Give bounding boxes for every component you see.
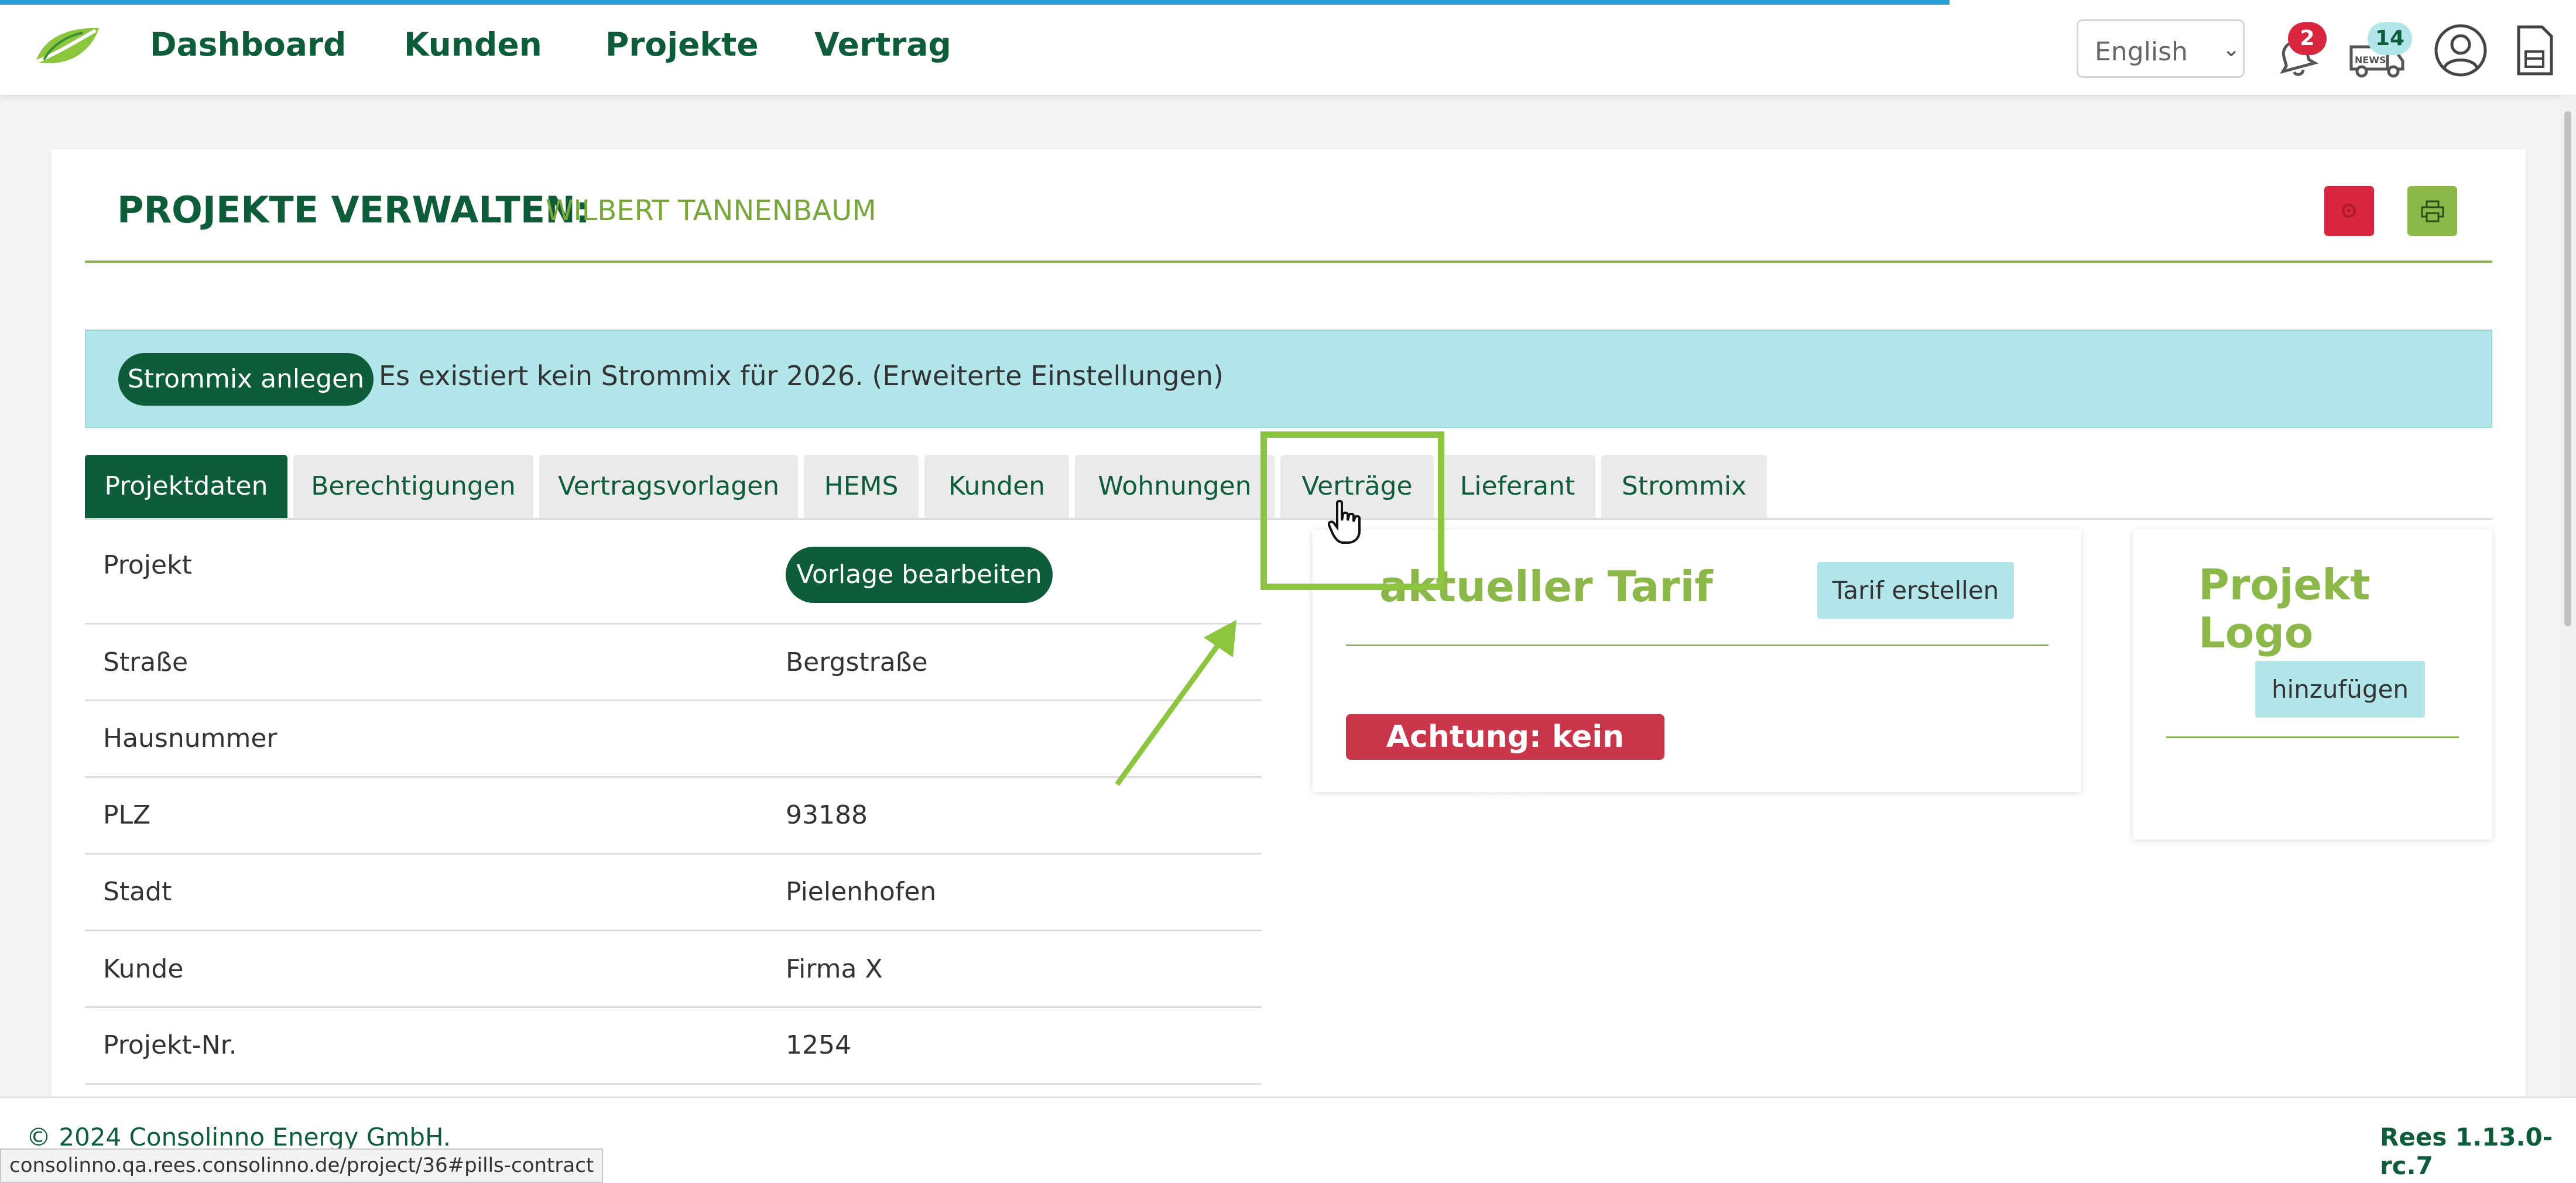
tab-vertragsvorlagen[interactable]: Vertragsvorlagen: [539, 455, 798, 518]
settings-button[interactable]: [2324, 186, 2374, 236]
title-divider: [85, 260, 2492, 263]
row-value-kunde: Firma X: [786, 954, 883, 984]
tab-strommix[interactable]: Strommix: [1601, 455, 1767, 518]
logo-card-divider: [2166, 736, 2459, 738]
tab-berechtigungen[interactable]: Berechtigungen: [293, 455, 533, 518]
row-label-strasse: Straße: [103, 647, 189, 677]
table-row-divider: [85, 776, 1262, 778]
logo-hinzufuegen-button[interactable]: hinzufügen: [2255, 661, 2425, 718]
nav-link-kunden[interactable]: Kunden: [404, 26, 542, 63]
project-logo-title: Projekt Logo: [2198, 560, 2371, 657]
tarif-card-divider: [1346, 644, 2049, 646]
notifications-button[interactable]: 2: [2272, 22, 2330, 81]
row-label-projekt: Projekt: [103, 550, 192, 580]
document-button[interactable]: [2512, 22, 2558, 78]
row-value-stadt: Pielenhofen: [786, 877, 937, 907]
tab-lieferant[interactable]: Lieferant: [1440, 455, 1595, 518]
chevron-down-icon: ⌄: [2222, 37, 2241, 61]
no-tarif-warning-badge: Achtung: kein Tarif: [1346, 714, 1664, 800]
page-loading-bar: [0, 0, 1950, 5]
annotation-arrow: [1115, 620, 1236, 786]
print-button[interactable]: [2407, 186, 2457, 236]
user-circle-icon: [2434, 24, 2487, 77]
news-count-badge: 14: [2368, 22, 2412, 55]
tab-projektdaten[interactable]: Projektdaten: [85, 455, 287, 518]
strommix-alert-text: Es existiert kein Strommix für 2026. (Er…: [379, 360, 1224, 392]
row-value-projekt-nr: 1254: [786, 1030, 851, 1060]
settings-icon: [2342, 204, 2356, 218]
row-label-plz: PLZ: [103, 800, 151, 830]
row-label-hausnummer: Hausnummer: [103, 723, 278, 753]
news-button[interactable]: NEWS 14: [2348, 22, 2418, 81]
row-value-plz: 93188: [786, 800, 868, 830]
table-row-divider: [85, 623, 1262, 625]
page-subtitle: WILBERT TANNENBAUM: [546, 194, 876, 227]
row-label-projekt-nr: Projekt-Nr.: [103, 1030, 237, 1060]
tab-kunden[interactable]: Kunden: [924, 455, 1069, 518]
table-row-divider: [85, 930, 1262, 931]
nav-link-projekte[interactable]: Projekte: [605, 26, 759, 63]
user-menu-button[interactable]: [2433, 22, 2489, 78]
strommix-anlegen-button[interactable]: Strommix anlegen: [118, 353, 374, 406]
table-row-divider: [85, 853, 1262, 855]
logo-leaf-icon[interactable]: [32, 23, 102, 70]
table-row-divider: [85, 699, 1262, 701]
table-row-divider: [85, 1006, 1262, 1008]
page-title: PROJEKTE VERWALTEN:: [117, 188, 590, 231]
status-bar-url: consolinno.qa.rees.consolinno.de/project…: [0, 1148, 604, 1183]
tarif-erstellen-button[interactable]: Tarif erstellen: [1817, 562, 2014, 619]
vorlage-bearbeiten-button[interactable]: Vorlage bearbeiten: [786, 547, 1053, 603]
language-select[interactable]: English: [2077, 19, 2245, 78]
document-icon: [2517, 25, 2553, 76]
table-row-divider: [85, 1083, 1262, 1085]
print-icon: [2421, 200, 2444, 222]
notification-count-badge: 2: [2288, 22, 2327, 55]
news-van-label: NEWS: [2355, 54, 2386, 66]
nav-link-vertrag[interactable]: Vertrag: [814, 26, 951, 63]
footer-copyright: © 2024 Consolinno Energy GmbH.: [26, 1123, 451, 1151]
nav-link-dashboard[interactable]: Dashboard: [150, 26, 346, 63]
footer-version: Rees 1.13.0-rc.7: [2380, 1123, 2553, 1180]
tab-hems[interactable]: HEMS: [804, 455, 919, 518]
hand-cursor-icon: [1328, 500, 1361, 544]
row-label-kunde: Kunde: [103, 954, 184, 984]
tab-wohnungen[interactable]: Wohnungen: [1075, 455, 1275, 518]
row-value-strasse: Bergstraße: [786, 647, 928, 677]
scrollbar-thumb[interactable]: [2564, 111, 2571, 626]
row-label-stadt: Stadt: [103, 877, 172, 907]
